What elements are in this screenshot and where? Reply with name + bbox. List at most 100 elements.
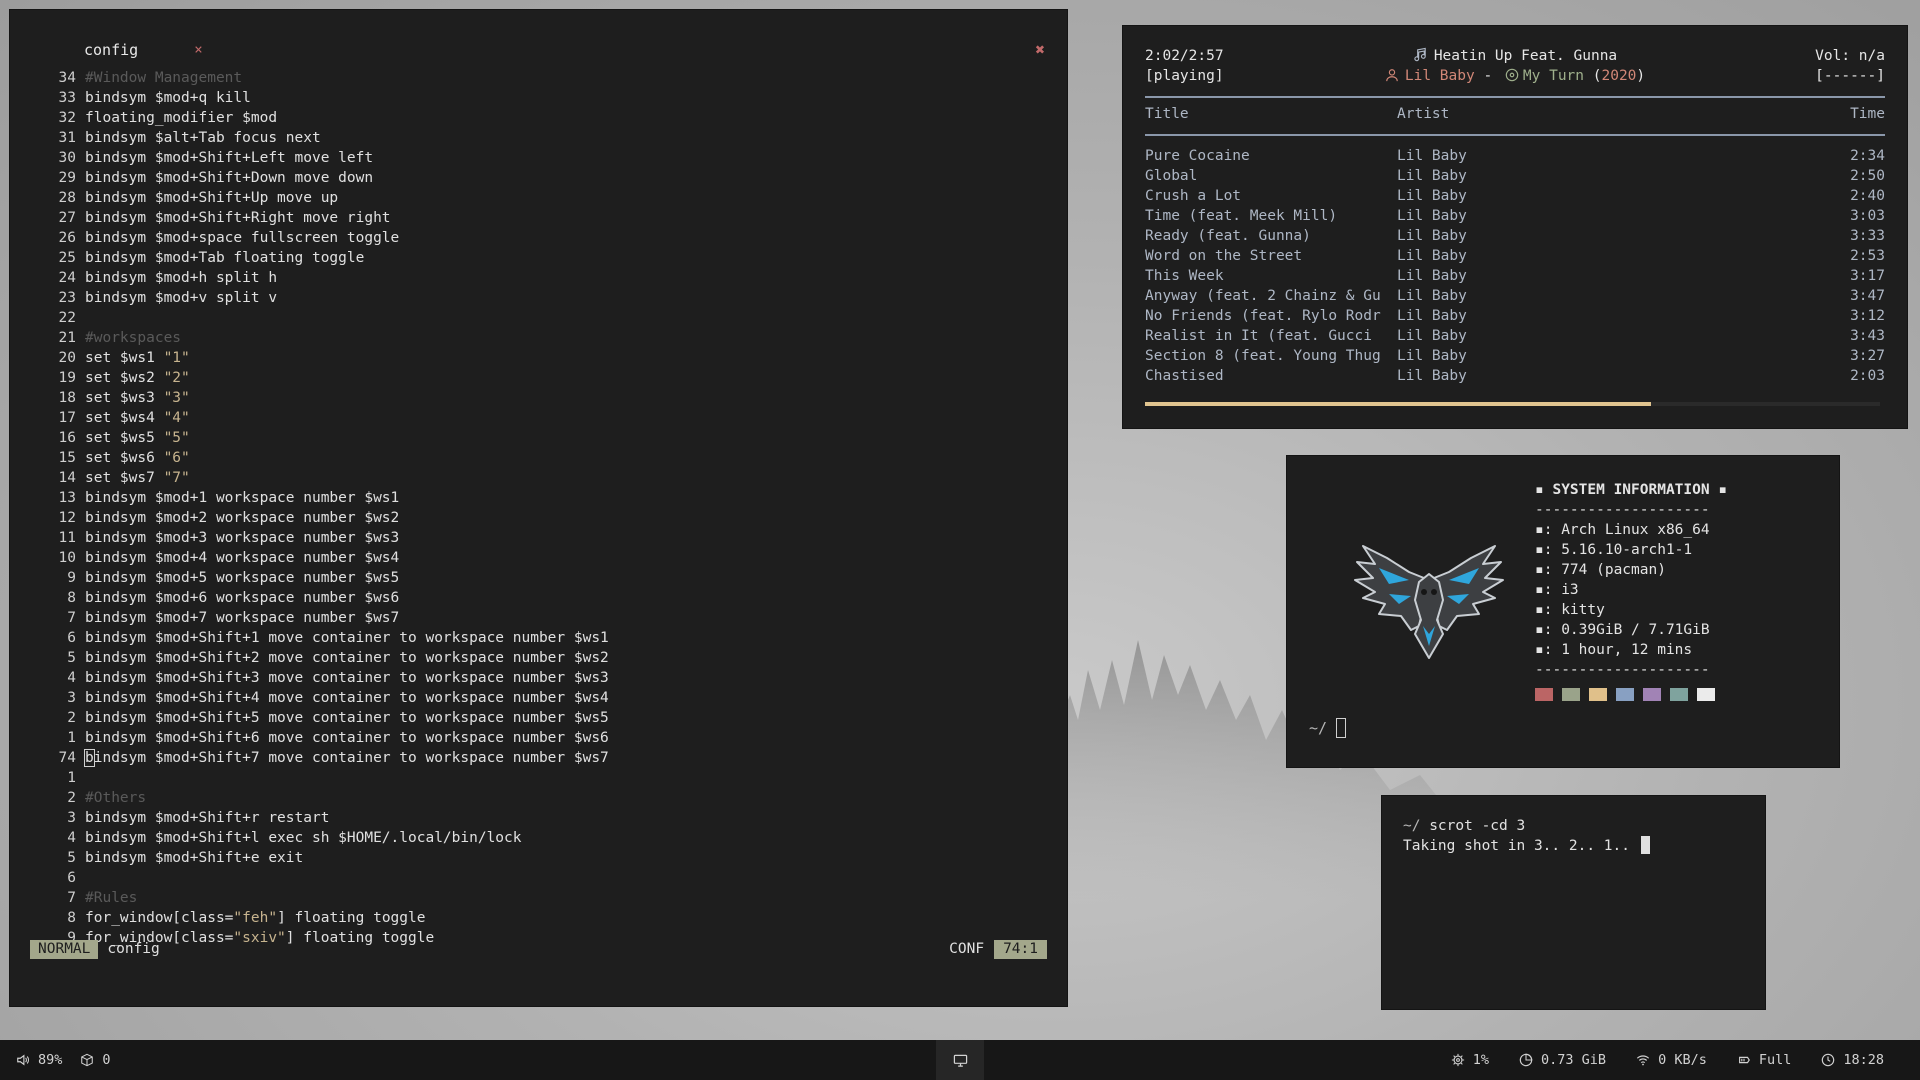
track-row[interactable]: No Friends (feat. Rylo Rodr Lil Baby 3:12 <box>1145 306 1885 326</box>
cpu-module[interactable]: 1% <box>1451 1052 1489 1068</box>
editor-line[interactable]: 5 bindsym $mod+Shift+2 move container to … <box>36 648 1036 668</box>
editor-line[interactable]: 29 bindsym $mod+Shift+Down move down <box>36 168 1036 188</box>
window-close-icon[interactable]: ✖ <box>1035 40 1045 59</box>
code-text: bindsym $mod+Tab floating toggle <box>85 250 365 266</box>
volume-bar[interactable]: [------] <box>1815 66 1885 86</box>
editor-window[interactable]: config × ✖ 34 #Window Management 33 bindsym… <box>10 10 1067 1006</box>
line-code: set $ws5 "5" <box>85 428 190 448</box>
code-text: bindsym $mod+4 workspace number $ws4 <box>85 550 400 566</box>
track-row[interactable]: This Week Lil Baby 3:17 <box>1145 266 1885 286</box>
track-row[interactable]: Global Lil Baby 2:50 <box>1145 166 1885 186</box>
editor-line[interactable]: 1 <box>36 768 1036 788</box>
editor-line[interactable]: 23 bindsym $mod+v split v <box>36 288 1036 308</box>
editor-line[interactable]: 10 bindsym $mod+4 workspace number $ws4 <box>36 548 1036 568</box>
editor-buffer[interactable]: 34 #Window Management 33 bindsym $mod+q kil… <box>36 68 1036 948</box>
code-text: indsym $mod+Shift+7 move container to wo… <box>93 750 609 766</box>
scrot-terminal[interactable]: ~/ scrot -cd 3 Taking shot in 3.. 2.. 1.… <box>1382 796 1765 1009</box>
line-number: 31 <box>58 130 76 146</box>
editor-line[interactable]: 19 set $ws2 "2" <box>36 368 1036 388</box>
memory-module[interactable]: 0.73 GiB <box>1519 1052 1606 1068</box>
editor-line[interactable]: 13 bindsym $mod+1 workspace number $ws1 <box>36 488 1036 508</box>
editor-line[interactable]: 21 #workspaces <box>36 328 1036 348</box>
music-note-icon <box>1414 47 1426 62</box>
line-code: bindsym $mod+Shift+2 move container to w… <box>85 648 609 668</box>
editor-line[interactable]: 14 set $ws7 "7" <box>36 468 1036 488</box>
track-row[interactable]: Crush a Lot Lil Baby 2:40 <box>1145 186 1885 206</box>
workspace-indicator[interactable] <box>936 1040 984 1080</box>
line-number: 7 <box>67 610 76 626</box>
editor-line[interactable]: 9 bindsym $mod+5 workspace number $ws5 <box>36 568 1036 588</box>
editor-line[interactable]: 24 bindsym $mod+h split h <box>36 268 1036 288</box>
line-number: 8 <box>67 910 76 926</box>
code-comment: #Others <box>85 790 147 806</box>
track-row[interactable]: Anyway (feat. 2 Chainz & Gu Lil Baby 3:47 <box>1145 286 1885 306</box>
editor-line[interactable]: 22 <box>36 308 1036 328</box>
editor-line[interactable]: 3 bindsym $mod+Shift+r restart <box>36 808 1036 828</box>
editor-line[interactable]: 8 for_window[class="feh"] floating toggle <box>36 908 1036 928</box>
battery-module[interactable]: Full <box>1737 1052 1791 1068</box>
music-player-window[interactable]: 2:02/2:57 [playing] Heatin Up Feat. Gunn… <box>1123 26 1907 428</box>
editor-line[interactable]: 34 #Window Management <box>36 68 1036 88</box>
track-row[interactable]: Chastised Lil Baby 2:03 <box>1145 366 1885 386</box>
shell-prompt[interactable]: ~/ <box>1309 718 1347 738</box>
editor-line[interactable]: 2 bindsym $mod+Shift+5 move container to … <box>36 708 1036 728</box>
code-text: set $ws1 <box>85 350 164 366</box>
editor-line[interactable]: 25 bindsym $mod+Tab floating toggle <box>36 248 1036 268</box>
playlist[interactable]: Pure Cocaine Lil Baby 2:34 Global Lil Baby 2:… <box>1145 146 1885 386</box>
track-artist: Lil Baby <box>1397 268 1467 284</box>
track-row[interactable]: Realist in It (feat. Gucci Lil Baby 3:43 <box>1145 326 1885 346</box>
network-module[interactable]: 0 KB/s <box>1636 1052 1707 1068</box>
editor-line[interactable]: 32 floating_modifier $mod <box>36 108 1036 128</box>
info-row-mark: ▪ <box>1535 622 1544 638</box>
editor-line[interactable]: 17 set $ws4 "4" <box>36 408 1036 428</box>
editor-line[interactable]: 6 bindsym $mod+Shift+1 move container to … <box>36 628 1036 648</box>
network-value: 0 KB/s <box>1658 1052 1707 1068</box>
tab-label[interactable]: config <box>84 41 138 59</box>
info-row-packages: ▪: 774 (pacman) <box>1535 560 1727 580</box>
editor-line[interactable]: 16 set $ws5 "5" <box>36 428 1036 448</box>
editor-line[interactable]: 7 #Rules <box>36 888 1036 908</box>
clock-module[interactable]: 18:28 <box>1821 1052 1884 1068</box>
editor-line[interactable]: 4 bindsym $mod+Shift+3 move container to … <box>36 668 1036 688</box>
editor-line[interactable]: 27 bindsym $mod+Shift+Right move right <box>36 208 1036 228</box>
editor-line[interactable]: 33 bindsym $mod+q kill <box>36 88 1036 108</box>
editor-line[interactable]: 30 bindsym $mod+Shift+Left move left <box>36 148 1036 168</box>
track-title: No Friends (feat. Rylo Rodr <box>1145 308 1381 324</box>
packages-module[interactable]: 0 <box>80 1052 111 1068</box>
terminal-output[interactable]: ~/ scrot -cd 3 Taking shot in 3.. 2.. 1.… <box>1403 816 1650 856</box>
editor-line[interactable]: 20 set $ws1 "1" <box>36 348 1036 368</box>
volume-module[interactable]: 89% <box>16 1052 62 1068</box>
column-artist[interactable]: Artist <box>1397 106 1449 122</box>
editor-line[interactable]: 8 bindsym $mod+6 workspace number $ws6 <box>36 588 1036 608</box>
column-title[interactable]: Title <box>1145 106 1390 122</box>
line-number: 1 <box>67 730 76 746</box>
sysinfo-terminal[interactable]: ▪ SYSTEM INFORMATION ▪ -----------------… <box>1287 456 1839 767</box>
editor-line[interactable]: 2 #Others <box>36 788 1036 808</box>
column-time[interactable]: Time <box>1850 106 1885 122</box>
track-row[interactable]: Pure Cocaine Lil Baby 2:34 <box>1145 146 1885 166</box>
editor-line[interactable]: 7 bindsym $mod+7 workspace number $ws7 <box>36 608 1036 628</box>
track-row[interactable]: Time (feat. Meek Mill) Lil Baby 3:03 <box>1145 206 1885 226</box>
track-row[interactable]: Word on the Street Lil Baby 2:53 <box>1145 246 1885 266</box>
editor-line[interactable]: 28 bindsym $mod+Shift+Up move up <box>36 188 1036 208</box>
song-progress-bar[interactable] <box>1145 402 1880 406</box>
editor-line[interactable]: 15 set $ws6 "6" <box>36 448 1036 468</box>
editor-line[interactable]: 74 bindsym $mod+Shift+7 move container to… <box>36 748 1036 768</box>
line-code: bindsym $mod+Shift+1 move container to w… <box>85 628 609 648</box>
editor-line[interactable]: 11 bindsym $mod+3 workspace number $ws3 <box>36 528 1036 548</box>
editor-line[interactable]: 31 bindsym $alt+Tab focus next <box>36 128 1036 148</box>
track-row[interactable]: Ready (feat. Gunna) Lil Baby 3:33 <box>1145 226 1885 246</box>
editor-line[interactable]: 12 bindsym $mod+2 workspace number $ws2 <box>36 508 1036 528</box>
code-string: "5" <box>163 430 190 446</box>
editor-tab[interactable]: config × <box>84 38 203 62</box>
editor-line[interactable]: 3 bindsym $mod+Shift+4 move container to … <box>36 688 1036 708</box>
tab-close-icon[interactable]: × <box>194 42 202 58</box>
editor-line[interactable]: 4 bindsym $mod+Shift+l exec sh $HOME/.loc… <box>36 828 1036 848</box>
editor-line[interactable]: 26 bindsym $mod+space fullscreen toggle <box>36 228 1036 248</box>
line-number: 23 <box>58 290 76 306</box>
editor-line[interactable]: 18 set $ws3 "3" <box>36 388 1036 408</box>
editor-line[interactable]: 6 <box>36 868 1036 888</box>
track-row[interactable]: Section 8 (feat. Young Thug Lil Baby 3:27 <box>1145 346 1885 366</box>
editor-line[interactable]: 5 bindsym $mod+Shift+e exit <box>36 848 1036 868</box>
editor-line[interactable]: 1 bindsym $mod+Shift+6 move container to … <box>36 728 1036 748</box>
